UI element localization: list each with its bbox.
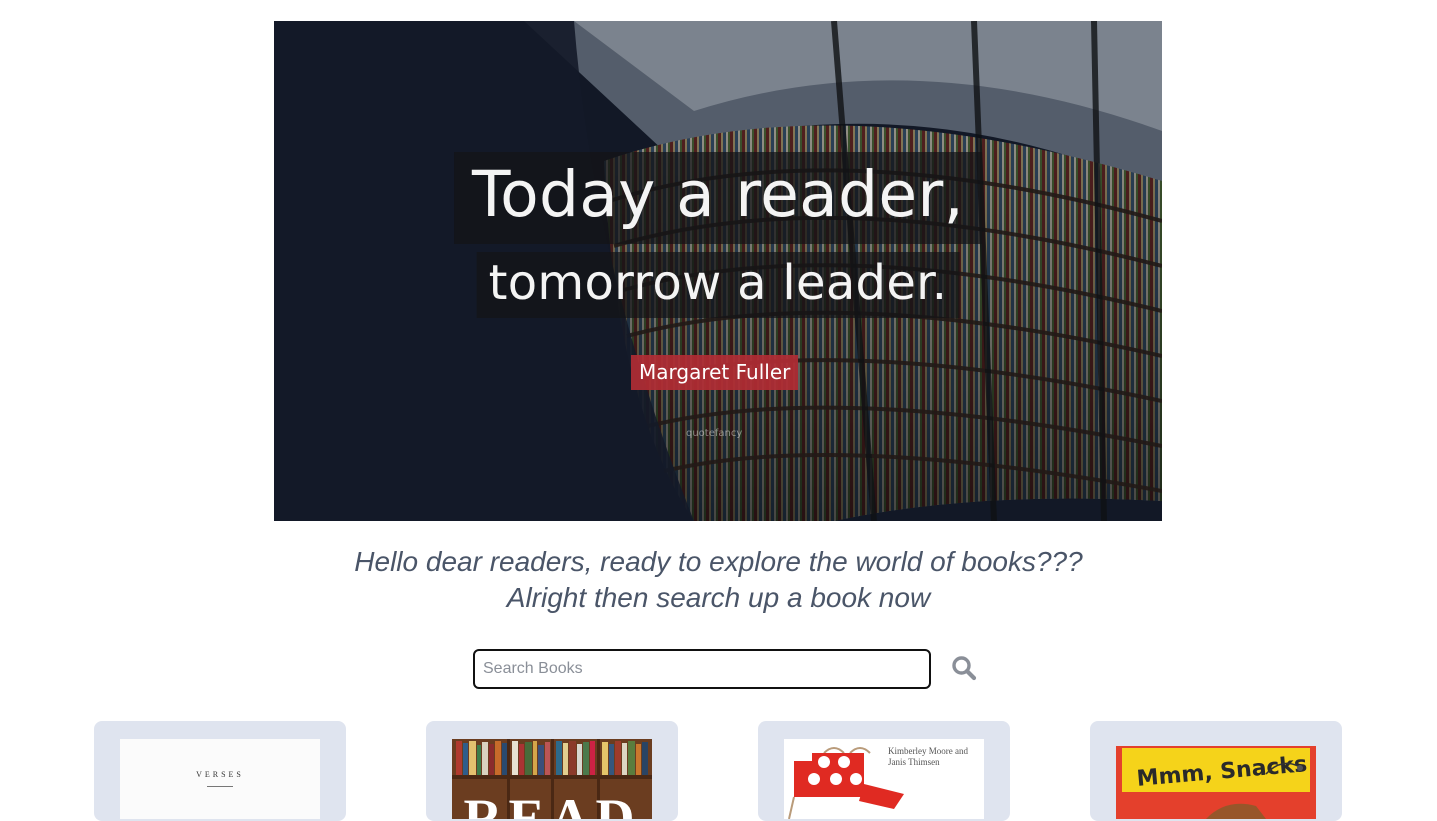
book-cover[interactable]: Kimberley Moore and Janis Thimsen <box>784 739 984 819</box>
quote-line-1: Today a reader, <box>454 152 982 244</box>
book-cover-title: Mmm, Snacks <box>1135 752 1309 792</box>
search-icon <box>952 655 977 680</box>
quote-author: Margaret Fuller <box>631 355 799 390</box>
quote-line-2: tomorrow a leader. <box>476 252 960 318</box>
watermark: quotefancy <box>686 428 743 439</box>
book-card[interactable]: READ <box>426 721 678 821</box>
greeting-line-2: Alright then search up a book now <box>506 582 931 613</box>
book-cover[interactable]: VERSES <box>120 739 320 819</box>
search-button[interactable] <box>949 654 979 684</box>
book-cover-authors: Kimberley Moore and Janis Thimsen <box>888 746 968 767</box>
search-input[interactable] <box>473 649 931 689</box>
greeting-line-1: Hello dear readers, ready to explore the… <box>354 546 1083 577</box>
greeting-text: Hello dear readers, ready to explore the… <box>0 544 1437 616</box>
book-cover[interactable]: Mmm, Snacks <box>1116 746 1316 819</box>
book-card[interactable]: Kimberley Moore and Janis Thimsen <box>758 721 1010 821</box>
book-card[interactable]: Mmm, Snacks <box>1090 721 1342 821</box>
book-cover[interactable]: READ <box>452 739 652 819</box>
hero-banner: Today a reader, tomorrow a leader. Marga… <box>274 21 1162 521</box>
book-cover-title: VERSES <box>196 770 244 779</box>
search-bar <box>473 649 977 689</box>
book-cover-title: READ <box>463 788 641 819</box>
book-card[interactable]: VERSES <box>94 721 346 821</box>
